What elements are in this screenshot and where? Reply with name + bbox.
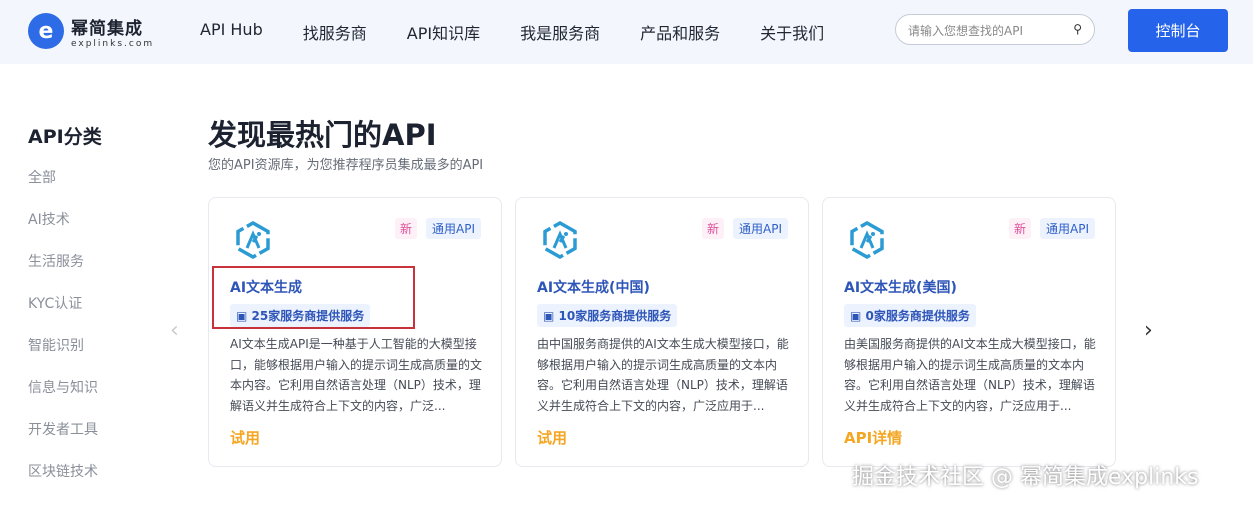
highlight-box [212,266,415,329]
category-life[interactable]: 生活服务 [28,251,102,293]
search-input[interactable]: 请输入您想查找的API ⚲ [895,14,1095,45]
api-hexagon-icon [850,220,884,260]
store-icon: ▣ [543,309,559,323]
new-badge: 新 [394,218,417,239]
card-description: 由中国服务商提供的AI文本生成大模型接口，能够根据用户输入的提示词生成高质量的文… [537,337,789,413]
console-button[interactable]: 控制台 [1128,9,1228,52]
search-placeholder: 请输入您想查找的API [908,24,1023,38]
logo-domain: explinks.com [71,38,155,49]
nav-find-provider[interactable]: 找服务商 [303,20,367,44]
provider-count: ▣ 0家服务商提供服务 [844,304,976,327]
card-title[interactable]: AI文本生成(中国) [537,277,650,297]
provider-count-text: 10家服务商提供服务 [558,309,672,323]
next-arrow-icon[interactable]: › [1144,318,1153,343]
logo-name: 幂简集成 [71,18,143,39]
prev-arrow-icon[interactable]: ‹ [170,318,179,343]
nav-i-am-provider[interactable]: 我是服务商 [520,20,600,44]
logo-icon: e [28,13,64,49]
new-badge: 新 [701,218,724,239]
card-action-link[interactable]: 试用 [537,427,567,448]
new-badge: 新 [1008,218,1031,239]
category-blockchain[interactable]: 区块链技术 [28,461,102,503]
nav-about[interactable]: 关于我们 [760,20,824,44]
card-title[interactable]: AI文本生成(美国) [844,277,957,297]
main-nav: API Hub 找服务商 API知识库 我是服务商 产品和服务 关于我们 [200,20,864,44]
watermark: 掘金技术社区 @ 幂简集成explinks [852,465,1199,490]
card-action-link[interactable]: API详情 [844,427,902,448]
header: e 幂简集成 explinks.com API Hub 找服务商 API知识库 我… [0,0,1253,64]
category-devtools[interactable]: 开发者工具 [28,419,102,461]
search-icon[interactable]: ⚲ [1073,22,1082,37]
page-subtitle: 您的API资源库，为您推荐程序员集成最多的API [208,158,484,173]
api-hexagon-icon [543,220,577,260]
category-kyc[interactable]: KYC认证 [28,293,102,335]
provider-count-text: 0家服务商提供服务 [865,309,970,323]
api-card[interactable]: 新 通用API AI文本生成 ▣ 25家服务商提供服务 AI文本生成API是一种… [208,197,502,467]
category-recognition[interactable]: 智能识别 [28,335,102,377]
api-card[interactable]: 新 通用API AI文本生成(中国) ▣ 10家服务商提供服务 由中国服务商提供… [515,197,809,467]
category-ai[interactable]: AI技术 [28,209,102,251]
api-card[interactable]: 新 通用API AI文本生成(美国) ▣ 0家服务商提供服务 由美国服务商提供的… [822,197,1116,467]
page-title: 发现最热门的API [208,118,437,152]
api-hexagon-icon [236,220,270,260]
card-action-link[interactable]: 试用 [230,427,260,448]
logo[interactable]: e 幂简集成 explinks.com [28,13,154,49]
store-icon: ▣ [850,309,866,323]
provider-count: ▣ 10家服务商提供服务 [537,304,678,327]
nav-api-hub[interactable]: API Hub [200,20,263,44]
sidebar-title: API分类 [28,126,102,148]
type-badge: 通用API [733,218,788,239]
nav-products[interactable]: 产品和服务 [640,20,720,44]
category-sidebar: API分类 全部 AI技术 生活服务 KYC认证 智能识别 信息与知识 开发者工… [28,122,102,503]
type-badge: 通用API [426,218,481,239]
type-badge: 通用API [1040,218,1095,239]
category-info[interactable]: 信息与知识 [28,377,102,419]
category-all[interactable]: 全部 [28,167,102,209]
card-description: AI文本生成API是一种基于人工智能的大模型接口，能够根据用户输入的提示词生成高… [230,337,483,413]
nav-api-knowledge[interactable]: API知识库 [407,20,480,44]
card-description: 由美国服务商提供的AI文本生成大模型接口，能够根据用户输入的提示词生成高质量的文… [844,337,1096,413]
